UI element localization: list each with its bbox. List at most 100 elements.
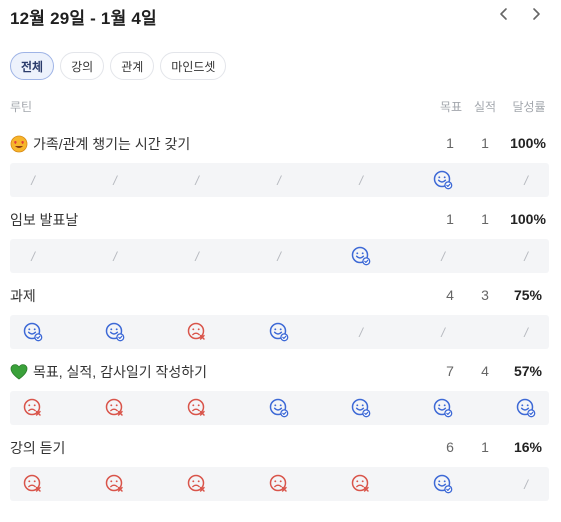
smile-check-icon: [516, 398, 536, 418]
day-cell[interactable]: /: [511, 315, 541, 349]
routine-row[interactable]: 가족/관계 챙기는 시간 갖기 1 1 100% / / / / / /: [10, 131, 550, 197]
routine-rate: 100%: [510, 135, 546, 151]
day-cell[interactable]: /: [264, 239, 294, 273]
frown-x-icon: [187, 322, 205, 340]
routine-actual: 1: [481, 135, 489, 151]
chevron-left-icon: [500, 8, 507, 20]
day-cell[interactable]: /: [511, 467, 541, 501]
day-cell[interactable]: [100, 391, 130, 425]
column-header-rate: 달성률: [512, 100, 546, 114]
day-cells: [10, 391, 549, 425]
empty-day-mark: /: [195, 172, 199, 188]
frown-x-icon: [105, 398, 123, 416]
day-cells: / / /: [10, 315, 549, 349]
day-cell[interactable]: /: [18, 163, 48, 197]
routine-actual: 1: [481, 211, 489, 227]
routine-title-text: 과제: [10, 288, 36, 304]
smile-check-icon: [351, 246, 371, 266]
day-cell[interactable]: [18, 467, 48, 501]
smile-check-icon: [351, 398, 371, 418]
routine-goal: 4: [446, 287, 454, 303]
day-cell[interactable]: /: [346, 315, 376, 349]
routine-title: 목표, 실적, 감사일기 작성하기: [10, 362, 207, 382]
column-header-goal: 목표: [439, 100, 463, 114]
empty-day-mark: /: [113, 172, 117, 188]
smile-check-icon: [105, 322, 125, 342]
empty-day-mark: /: [441, 324, 445, 340]
day-cell[interactable]: [346, 391, 376, 425]
tab-all[interactable]: 전체: [10, 52, 55, 80]
frown-x-icon: [23, 474, 41, 492]
day-cell[interactable]: /: [264, 163, 294, 197]
day-cell[interactable]: [100, 467, 130, 501]
day-cell[interactable]: /: [346, 163, 376, 197]
day-cell[interactable]: /: [511, 239, 541, 273]
column-header-routine: 루틴: [10, 100, 33, 114]
previous-week-button[interactable]: [494, 3, 514, 25]
day-cell[interactable]: [182, 467, 212, 501]
routine-actual: 4: [481, 363, 489, 379]
routine-row[interactable]: 강의 듣기 6 1 16% /: [10, 435, 550, 501]
smile-check-icon: [269, 398, 289, 418]
next-week-button[interactable]: [526, 3, 546, 25]
day-cell[interactable]: /: [182, 163, 212, 197]
day-cell[interactable]: [100, 315, 130, 349]
routine-row[interactable]: 임보 발표날 1 1 100% / / / / / /: [10, 207, 550, 273]
frown-x-icon: [187, 398, 205, 416]
empty-day-mark: /: [31, 172, 35, 188]
day-cell[interactable]: [264, 467, 294, 501]
day-cell[interactable]: /: [182, 239, 212, 273]
frown-x-icon: [351, 474, 369, 492]
green-heart-icon: [10, 364, 28, 380]
routine-title: 과제: [10, 286, 36, 306]
day-cell[interactable]: [264, 315, 294, 349]
routine-title: 임보 발표날: [10, 210, 78, 230]
column-header-actual: 실적: [473, 100, 497, 114]
empty-day-mark: /: [277, 248, 281, 264]
frown-x-icon: [187, 474, 205, 492]
routine-row[interactable]: 과제 4 3 75% / / /: [10, 283, 550, 349]
routine-row[interactable]: 목표, 실적, 감사일기 작성하기 7 4 57%: [10, 359, 550, 425]
day-cell[interactable]: [264, 391, 294, 425]
routine-title: 가족/관계 챙기는 시간 갖기: [10, 134, 190, 154]
routine-goal: 1: [446, 135, 454, 151]
day-cell[interactable]: /: [511, 163, 541, 197]
day-cell[interactable]: /: [18, 239, 48, 273]
day-cell[interactable]: /: [100, 163, 130, 197]
day-cell[interactable]: [346, 239, 376, 273]
day-cell[interactable]: /: [100, 239, 130, 273]
routine-rate: 75%: [513, 287, 543, 303]
routine-goal: 1: [446, 211, 454, 227]
day-cells: / / / / / /: [10, 163, 549, 197]
day-cell[interactable]: [18, 391, 48, 425]
routine-goal: 7: [446, 363, 454, 379]
frown-x-icon: [105, 474, 123, 492]
frown-x-icon: [269, 474, 287, 492]
tab-mindset[interactable]: 마인드셋: [160, 52, 227, 80]
routine-rate: 100%: [510, 211, 546, 227]
date-range-title: 12월 29일 - 1월 4일: [10, 9, 157, 28]
day-cell[interactable]: [346, 467, 376, 501]
smile-check-icon: [433, 170, 453, 190]
tab-lecture[interactable]: 강의: [60, 52, 105, 80]
header: 12월 29일 - 1월 4일: [10, 0, 555, 30]
tab-relationship[interactable]: 관계: [110, 52, 155, 80]
routine-actual: 3: [481, 287, 489, 303]
empty-day-mark: /: [359, 172, 363, 188]
category-tabs: 전체 강의 관계 마인드셋: [10, 52, 227, 82]
day-cell[interactable]: [182, 391, 212, 425]
day-cell[interactable]: [182, 315, 212, 349]
day-cell[interactable]: [511, 391, 541, 425]
day-cell[interactable]: /: [428, 239, 458, 273]
day-cell[interactable]: [18, 315, 48, 349]
empty-day-mark: /: [195, 248, 199, 264]
empty-day-mark: /: [113, 248, 117, 264]
empty-day-mark: /: [359, 324, 363, 340]
day-cell[interactable]: [428, 467, 458, 501]
day-cell[interactable]: /: [428, 315, 458, 349]
day-cell[interactable]: [428, 163, 458, 197]
day-cells: / / / / / /: [10, 239, 549, 273]
routine-rate: 57%: [513, 363, 543, 379]
day-cell[interactable]: [428, 391, 458, 425]
routine-title-text: 임보 발표날: [10, 212, 79, 228]
